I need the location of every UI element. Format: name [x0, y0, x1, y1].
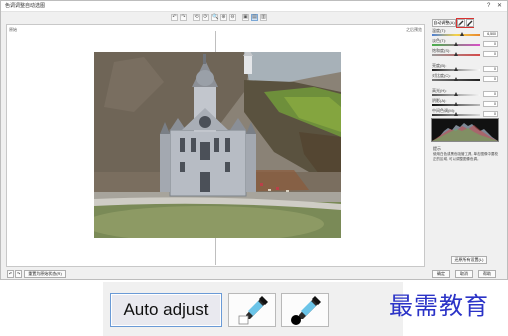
castle-photo-image: [94, 52, 341, 238]
cancel-button[interactable]: 取消: [455, 270, 473, 278]
slider-value-field[interactable]: 0: [483, 111, 498, 117]
slider-thumb[interactable]: [454, 42, 458, 46]
slider-row: 饱和度(S): 0: [432, 48, 502, 58]
help-button[interactable]: 帮助: [478, 270, 496, 278]
histogram-chart: [432, 123, 498, 141]
ok-button[interactable]: 确定: [432, 270, 450, 278]
preview-area[interactable]: 原始 之后预览: [6, 24, 425, 267]
slider-value-field[interactable]: 0: [483, 76, 498, 82]
slider-value-field[interactable]: 0: [483, 91, 498, 97]
split-vertical-icon[interactable]: ▤: [251, 14, 258, 21]
adjustment-panel: 自动调整(A) 温度(T): 6,500 淡色(T): 0 饱和度(S): 0 亮度(B):…: [429, 18, 503, 267]
slider-value-field[interactable]: 0: [483, 66, 498, 72]
black-eyedropper-button[interactable]: [466, 19, 474, 27]
split-horizontal-icon[interactable]: ▥: [260, 14, 267, 21]
slider-row: 中间色调(M): 0: [432, 108, 502, 118]
zoom-in-icon[interactable]: ⊕: [220, 14, 227, 21]
slider-value-field[interactable]: 0: [483, 41, 498, 47]
slider-row: 阴影(A): 0: [432, 98, 502, 108]
dialog-footer: ↶ ↷ 重置为原始状态(R) 确定 取消 帮助: [1, 268, 507, 280]
white-eyedropper-zoom-icon: [238, 296, 268, 325]
slider-row: 对比度(C): 0: [432, 73, 502, 83]
pan-icon[interactable]: 🔍: [211, 14, 218, 21]
slider-track[interactable]: [432, 34, 480, 36]
slider-thumb[interactable]: [454, 67, 458, 71]
preview-photo: [94, 52, 341, 238]
slider-thumb[interactable]: [454, 52, 458, 56]
white-eyedropper-button[interactable]: [457, 19, 465, 27]
title-bar: 色调调整自动选图 ? ✕: [1, 1, 507, 12]
slider-value-field[interactable]: 0: [483, 101, 498, 107]
slider-value-field[interactable]: 0: [483, 51, 498, 57]
after-label: 之后预览: [406, 27, 422, 32]
white-eyedropper-icon: [458, 20, 464, 26]
slider-row: 温度(T): 6,500: [432, 28, 502, 38]
full-preview-icon[interactable]: ▣: [242, 14, 249, 21]
window-title: 色调调整自动选图: [5, 3, 46, 9]
before-label: 原始: [9, 27, 17, 32]
white-eyedropper-zoom-button[interactable]: [228, 293, 276, 327]
redo-icon[interactable]: ↷: [180, 14, 187, 21]
histogram: [431, 118, 499, 142]
redo-footer-icon[interactable]: ↷: [15, 270, 22, 278]
help-icon[interactable]: ?: [487, 1, 490, 11]
zoom-out-icon[interactable]: ⊖: [229, 14, 236, 21]
black-eyedropper-icon: [467, 20, 473, 26]
slider-row: 高光(H): 0: [432, 88, 502, 98]
black-eyedropper-zoom-button[interactable]: [281, 293, 329, 327]
watermark-text: 最需教育: [389, 292, 489, 320]
rotate-right-icon[interactable]: ⟳: [202, 14, 209, 21]
tone-adjust-dialog: 色调调整自动选图 ? ✕ ↶ ↷ ⟲ ⟳ 🔍 ⊕ ⊖ ▣ ▤ ▥ 原始 之后预览: [0, 0, 508, 280]
undo-icon[interactable]: ↶: [171, 14, 178, 21]
slider-thumb[interactable]: [459, 32, 464, 36]
undo-footer-icon[interactable]: ↶: [7, 270, 14, 278]
view-toolbar: ↶ ↷ ⟲ ⟳ 🔍 ⊕ ⊖ ▣ ▤ ▥: [171, 14, 267, 22]
slider-row: 亮度(B): 0: [432, 63, 502, 73]
rotate-left-icon[interactable]: ⟲: [193, 14, 200, 21]
slider-thumb[interactable]: [454, 92, 458, 96]
reset-original-button[interactable]: 重置为原始状态(R): [24, 270, 66, 278]
slider-thumb[interactable]: [454, 77, 458, 81]
tip-text: 使用白色或黑色吸管工具, 单击图像中要校正的区域, 可以调整图像色调。: [433, 152, 498, 161]
auto-adjust-button[interactable]: 自动调整(A): [432, 19, 456, 27]
slider-value-field[interactable]: 6,500: [483, 31, 498, 37]
close-icon[interactable]: ✕: [497, 1, 502, 11]
auto-adjust-button-zoom[interactable]: Auto adjust: [110, 293, 222, 327]
black-eyedropper-zoom-icon: [291, 296, 321, 325]
slider-thumb[interactable]: [454, 112, 458, 116]
zoomed-callout: Auto adjust: [103, 282, 403, 336]
slider-thumb[interactable]: [454, 102, 458, 106]
reset-settings-button[interactable]: 还原所有设置(L): [451, 256, 487, 264]
slider-row: 淡色(T): 0: [432, 38, 502, 48]
